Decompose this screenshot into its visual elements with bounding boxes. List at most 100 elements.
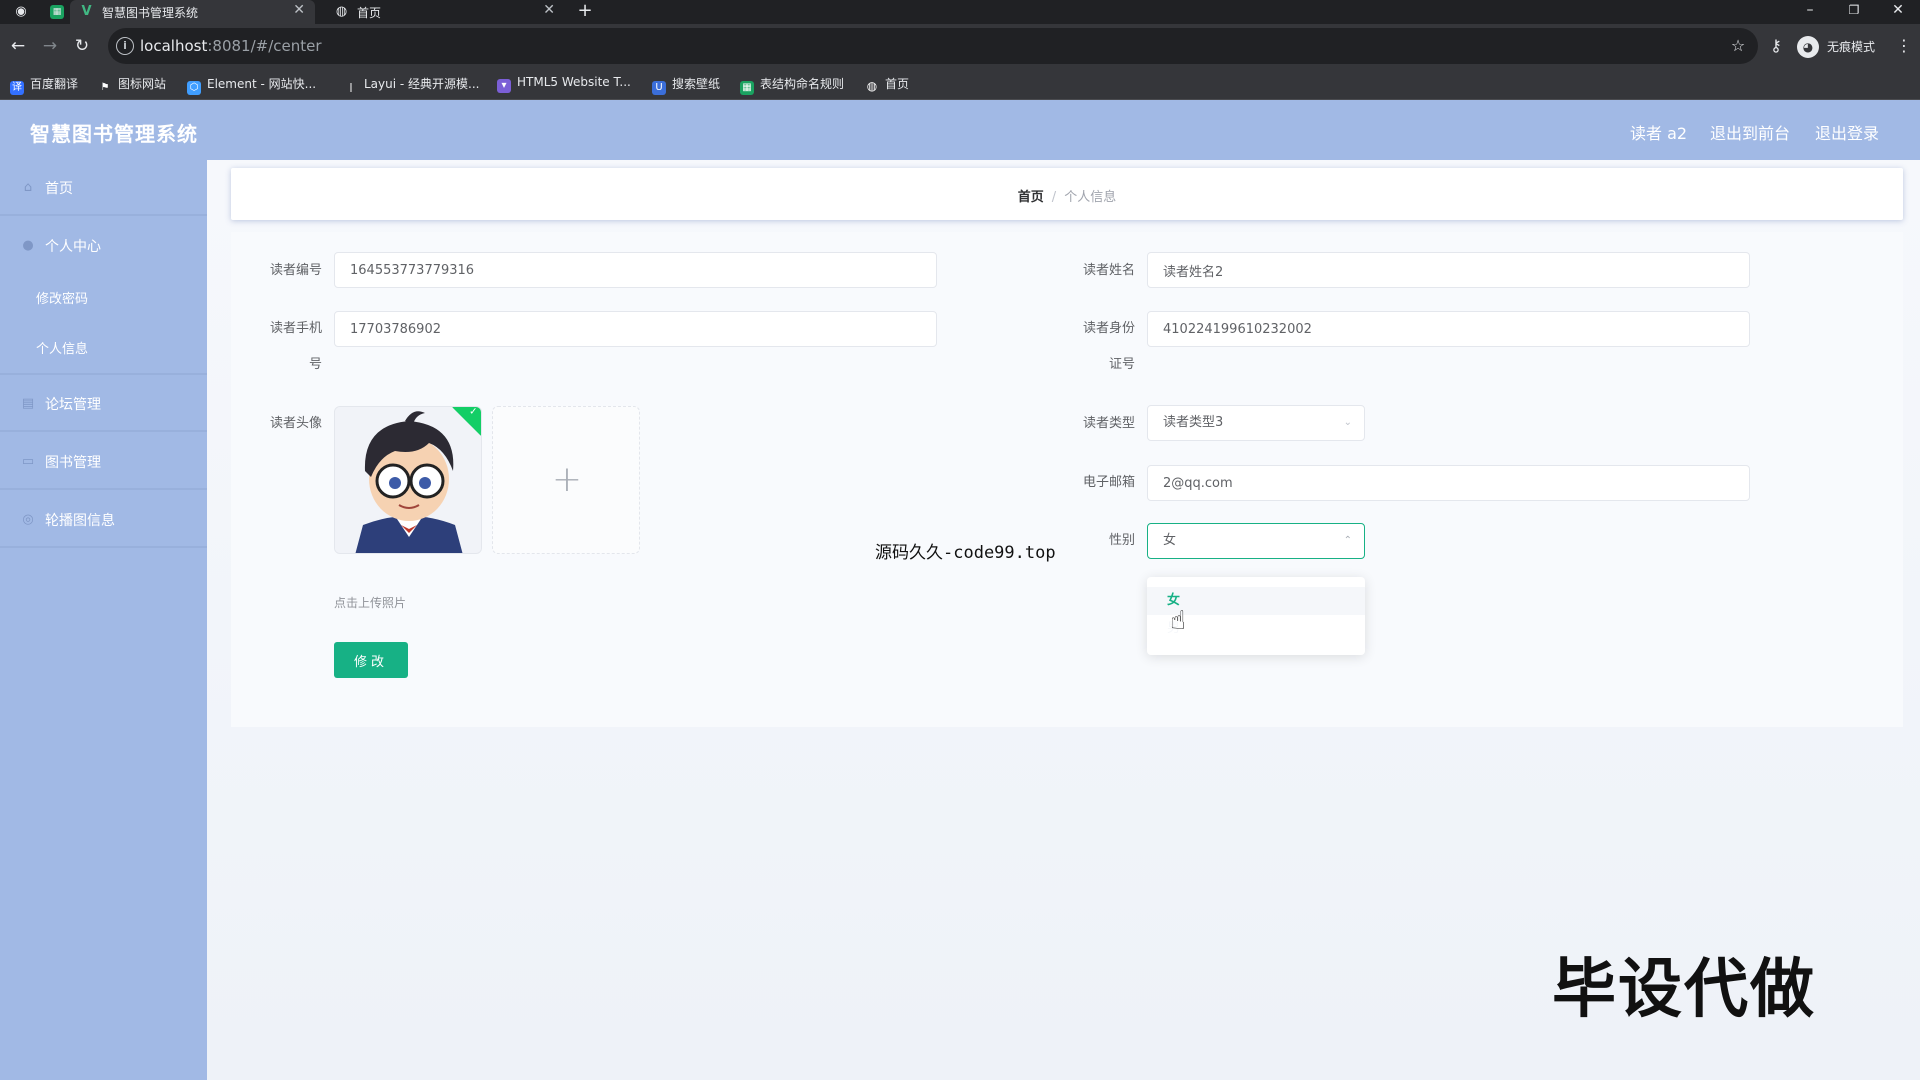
sidebar-item-books[interactable]: ▭ 图书管理 (0, 434, 207, 490)
wallpaper-icon: U (652, 81, 666, 95)
app-title: 智慧图书管理系统 (30, 122, 198, 146)
id-number-input[interactable] (1147, 311, 1750, 347)
sidebar-item-change-password[interactable]: 修改密码 (0, 272, 207, 322)
check-icon: ✓ (469, 406, 478, 418)
bookmark-item[interactable]: ▦ 表结构命名规则 (740, 75, 845, 95)
profile-label[interactable]: 无痕模式 (1827, 38, 1875, 55)
flag-icon: ⚑ (100, 82, 110, 93)
reload-icon[interactable]: ↻ (70, 34, 94, 58)
email-label: 电子邮箱 (1082, 475, 1135, 490)
url-path: :8081/#/center (207, 37, 322, 55)
sidebar-item-label: 首页 (45, 181, 73, 197)
id-label-cont: 证号 (1108, 357, 1135, 372)
submit-button[interactable]: 修改 (334, 642, 408, 678)
sidebar-item-label: 论坛管理 (45, 397, 101, 413)
chevron-down-icon: ⌄ (1343, 417, 1352, 428)
sidebar-item-forum[interactable]: ▤ 论坛管理 (0, 376, 207, 432)
bookmark-item[interactable]: ⚑ 图标网站 (98, 75, 167, 93)
info-icon[interactable]: i (116, 37, 134, 55)
reader-name-label: 读者姓名 (1082, 263, 1135, 278)
app-header: 智慧图书管理系统 读者 a2 退出到前台 退出登录 (0, 100, 1920, 160)
menu-icon[interactable]: ⋮ (1896, 34, 1912, 58)
sidebar-item-home[interactable]: ⌂ 首页 (0, 160, 207, 216)
email-input[interactable] (1147, 465, 1750, 501)
watermark-code: 源码久久-code99.top (875, 543, 1056, 563)
watermark-big: 毕设代做 (1552, 953, 1816, 1027)
avatar[interactable]: ✓ (334, 406, 482, 554)
sidebar-item-label: 图书管理 (45, 455, 101, 471)
bookmarks-bar: 译百度翻译 ⚑ 图标网站 ⬡ Element - 网站快... ǀ Layui - 经… (0, 68, 1920, 100)
user-icon: ● (22, 238, 34, 253)
breadcrumb-card: 首页 / 个人信息 (231, 168, 1903, 220)
forward-icon[interactable]: → (38, 34, 62, 58)
carousel-icon: ◎ (22, 512, 34, 527)
breadcrumb-separator: / (1051, 190, 1057, 205)
phone-label-cont: 号 (308, 357, 322, 372)
forum-icon: ▤ (21, 396, 35, 411)
bookmark-item[interactable]: 译百度翻译 (10, 75, 79, 95)
sidebar-item-personal-center[interactable]: ● 个人中心 (0, 218, 207, 274)
bookmark-label: 图标网站 (118, 77, 167, 91)
breadcrumb-home[interactable]: 首页 (1018, 190, 1044, 205)
chrome-logo-icon[interactable]: ◉ (12, 3, 30, 21)
restore-icon[interactable]: ❐ (1832, 0, 1876, 22)
sidebar-item-label: 轮播图信息 (45, 513, 115, 529)
bookmark-label: HTML5 Website T... (517, 75, 631, 89)
reader-no-input[interactable] (334, 252, 937, 288)
phone-input[interactable] (334, 311, 937, 347)
plus-icon: + (551, 459, 583, 500)
vue-icon: V (81, 4, 92, 19)
sidebar: ⌂ 首页 ● 个人中心 修改密码 个人信息 ▤ 论坛管理 ▭ 图书管理 ◎ 轮播… (0, 160, 207, 1080)
sidebar-item-label: 修改密码 (36, 292, 89, 307)
home-icon: ⌂ (23, 180, 33, 195)
breadcrumb: 首页 / 个人信息 (231, 186, 1903, 205)
gender-select[interactable]: 女 ⌃ (1147, 523, 1365, 559)
close-icon[interactable]: ✕ (543, 2, 555, 18)
star-icon[interactable]: ☆ (1726, 34, 1750, 58)
new-tab-icon[interactable]: + (574, 0, 596, 24)
avatar-upload-button[interactable]: + (492, 406, 640, 554)
id-label: 读者身份 (1082, 321, 1135, 336)
translate-icon: 译 (10, 81, 24, 95)
browser-toolbar: ← → ↻ i localhost:8081/#/center ☆ ⚷ ◕ 无痕… (0, 24, 1920, 68)
upload-tip: 点击上传照片 (334, 596, 407, 610)
bookmark-label: 搜索壁纸 (672, 77, 721, 91)
gender-value: 女 (1163, 533, 1177, 548)
layui-icon: ǀ (349, 82, 353, 93)
sidebar-item-carousel[interactable]: ◎ 轮播图信息 (0, 492, 207, 548)
logout-link[interactable]: 退出登录 (1815, 120, 1879, 144)
incognito-icon[interactable]: ◕ (1797, 36, 1819, 58)
sidebar-item-label: 个人中心 (45, 239, 101, 255)
phone-label: 读者手机 (269, 321, 322, 336)
url-text[interactable]: localhost:8081/#/center (140, 37, 322, 55)
bookmark-label: 百度翻译 (30, 77, 79, 91)
minimize-icon[interactable]: – (1788, 0, 1832, 22)
bookmark-item[interactable]: ◍ 首页 (865, 75, 909, 93)
bookmark-label: Layui - 经典开源模... (364, 77, 480, 91)
html5-icon: ▾ (497, 79, 511, 93)
bookmark-item[interactable]: ǀ Layui - 经典开源模... (344, 75, 480, 93)
browser-tabbar: ◉ ▦ V 智慧图书管理系统 ✕ ◍ 首页 ✕ + – ❐ ✕ (0, 0, 1920, 24)
reader-name-input[interactable] (1147, 252, 1750, 288)
close-icon[interactable]: ✕ (293, 2, 305, 18)
bookmark-item[interactable]: ▾ HTML5 Website T... (497, 75, 631, 93)
tab-title: 首页 (357, 6, 382, 20)
bookmark-item[interactable]: U 搜索壁纸 (652, 75, 721, 95)
reader-no-label: 读者编号 (269, 263, 322, 278)
back-to-frontend-link[interactable]: 退出到前台 (1710, 120, 1790, 144)
bookmark-label: Element - 网站快... (207, 77, 317, 91)
sidebar-item-personal-info[interactable]: 个人信息 (0, 322, 207, 375)
avatar-label: 读者头像 (269, 416, 322, 431)
tab-home[interactable]: ◍ 首页 ✕ (325, 0, 565, 24)
tab-active[interactable]: V 智慧图书管理系统 ✕ (70, 0, 315, 24)
window-close-icon[interactable]: ✕ (1876, 0, 1920, 22)
pinned-tab-icon[interactable]: ▦ (50, 5, 64, 19)
back-icon[interactable]: ← (6, 34, 30, 58)
address-bar[interactable]: i localhost:8081/#/center (108, 28, 1758, 64)
avatar-image (335, 407, 481, 553)
bookmark-label: 首页 (885, 77, 910, 91)
bookmark-label: 表结构命名规则 (760, 77, 845, 91)
key-icon[interactable]: ⚷ (1764, 34, 1788, 58)
reader-type-select[interactable]: 读者类型3 ⌄ (1147, 405, 1365, 441)
bookmark-item[interactable]: ⬡ Element - 网站快... (187, 75, 317, 95)
